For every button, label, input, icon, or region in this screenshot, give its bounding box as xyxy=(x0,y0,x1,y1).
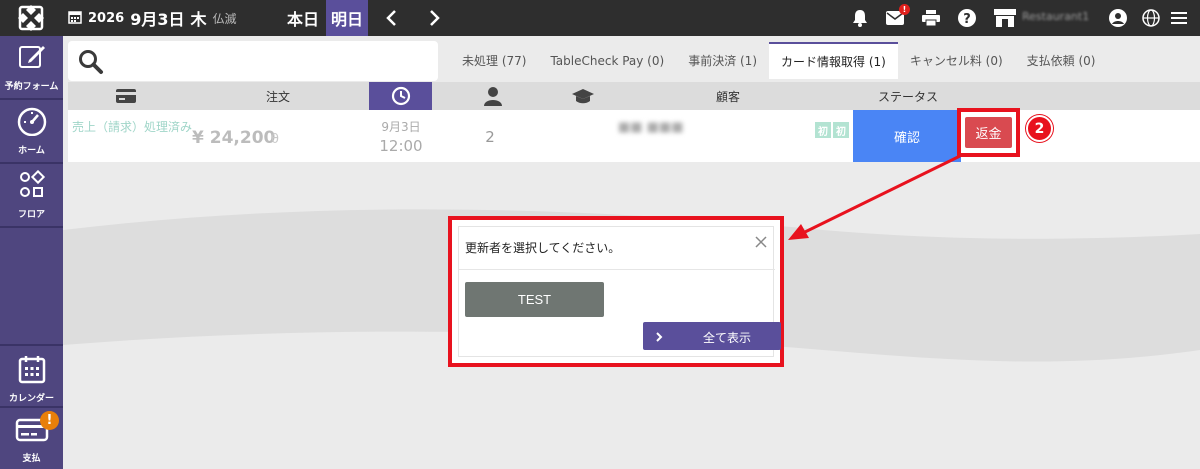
payment-tabs: 未処理 (77) TableCheck Pay (0) 事前決済 (1) カード… xyxy=(450,42,1108,82)
sidebar-divider xyxy=(0,344,63,346)
store-icon[interactable] xyxy=(994,7,1016,29)
table-header: 注文 顧客 ステータス xyxy=(68,82,1200,110)
shapes-icon xyxy=(17,169,47,204)
sidebar-item-calendar[interactable]: カレンダー xyxy=(0,348,63,410)
search-box xyxy=(68,41,438,81)
tomorrow-button[interactable]: 明日 xyxy=(326,0,368,36)
chevron-right-icon xyxy=(655,331,663,345)
tab-payment-request[interactable]: 支払依頼 (0) xyxy=(1015,42,1108,79)
graduation-cap-icon[interactable] xyxy=(568,82,598,110)
first-visit-badge: 初 xyxy=(815,122,831,138)
reservation-time: 12:00 xyxy=(379,137,423,155)
tab-prepayment[interactable]: 事前決済 (1) xyxy=(676,42,769,79)
globe-icon[interactable] xyxy=(1140,7,1162,29)
sidebar-item-label: フロア xyxy=(17,210,45,220)
close-icon[interactable] xyxy=(755,233,767,248)
first-visit-badge: 初 xyxy=(833,122,849,138)
dialog-highlight: 更新者を選択してください。 TEST 全て表示 xyxy=(448,216,784,367)
sidebar-item-label: 支払 xyxy=(22,454,41,464)
user-icon[interactable] xyxy=(1107,7,1129,29)
confirm-button[interactable]: 確認 xyxy=(853,110,961,162)
menu-icon[interactable] xyxy=(1168,7,1190,29)
tab-card-info[interactable]: カード情報取得 (1) xyxy=(769,42,898,79)
guests-header-icon[interactable] xyxy=(478,82,508,110)
sidebar-item-reservation-form[interactable]: 予約フォーム xyxy=(0,36,63,98)
calendar-icon xyxy=(18,354,46,388)
svg-text:?: ? xyxy=(963,12,971,27)
refund-highlight: 返金 xyxy=(957,108,1020,157)
sidebar-divider xyxy=(0,226,63,228)
order-amount: ¥ 24,200 xyxy=(192,128,276,148)
edit-icon xyxy=(17,42,47,76)
tab-tablecheck-pay[interactable]: TableCheck Pay (0) xyxy=(538,42,676,79)
calendar-small-icon xyxy=(68,9,82,28)
payment-alert-badge: ! xyxy=(40,411,59,430)
date-rokuyo: 仏滅 xyxy=(212,11,237,26)
bell-icon[interactable] xyxy=(849,7,871,29)
sidebar: 予約フォーム ホーム フロア カレンダー 支払 ! xyxy=(0,36,63,469)
gauge-icon xyxy=(16,106,48,140)
printer-icon[interactable] xyxy=(920,7,942,29)
show-all-button[interactable]: 全て表示 xyxy=(643,322,781,350)
help-icon[interactable]: ? xyxy=(956,7,978,29)
customer-name[interactable]: ■■ ■■■ xyxy=(618,120,684,135)
reservation-date: 9月3日 xyxy=(381,120,421,134)
sidebar-item-floor[interactable]: フロア xyxy=(0,164,63,226)
amount-suffix: θ xyxy=(271,132,279,147)
mail-badge: ! xyxy=(899,4,910,15)
tab-cancellation-fee[interactable]: キャンセル料 (0) xyxy=(898,42,1015,79)
dialog-divider xyxy=(459,269,775,270)
chevron-right-icon[interactable] xyxy=(422,6,446,30)
column-header-customer[interactable]: 顧客 xyxy=(698,82,758,110)
search-icon xyxy=(78,49,104,79)
sidebar-item-label: ホーム xyxy=(18,146,45,156)
staff-test-button[interactable]: TEST xyxy=(465,282,604,317)
refund-button[interactable]: 返金 xyxy=(965,117,1012,148)
column-header-order[interactable]: 注文 xyxy=(248,82,308,110)
date-weekday: 木 xyxy=(190,10,207,29)
tablecheck-logo-icon[interactable] xyxy=(0,0,62,36)
tab-unprocessed[interactable]: 未処理 (77) xyxy=(450,42,538,79)
card-header-icon xyxy=(113,82,139,110)
dialog-title: 更新者を選択してください。 xyxy=(465,241,621,255)
sidebar-item-label: 予約フォーム xyxy=(4,82,59,92)
date-month-day: 9月3日 xyxy=(130,10,185,29)
date-year: 2026 xyxy=(88,10,125,26)
search-input[interactable] xyxy=(112,47,428,75)
chevron-left-icon[interactable] xyxy=(380,6,404,30)
step-number-badge: 2 xyxy=(1026,115,1053,142)
today-button[interactable]: 本日 xyxy=(280,0,326,36)
column-header-status[interactable]: ステータス xyxy=(858,82,958,110)
sales-status-text: 売上（請求）処理済み xyxy=(72,120,193,134)
mail-icon[interactable]: ! xyxy=(884,4,910,29)
sidebar-item-payment[interactable]: 支払 ! xyxy=(0,408,63,469)
select-updater-dialog: 更新者を選択してください。 TEST 全て表示 xyxy=(458,226,781,357)
restaurant-name[interactable]: Restaurant1 xyxy=(1022,10,1089,23)
sidebar-item-label: カレンダー xyxy=(8,394,54,404)
top-bar: 2026 9月3日 木 仏滅 本日 明日 ! ? Restaurant1 xyxy=(0,0,1200,36)
clock-icon[interactable] xyxy=(369,82,432,110)
sidebar-item-home[interactable]: ホーム xyxy=(0,100,63,162)
guest-count: 2 xyxy=(485,128,495,146)
table-row[interactable]: 売上（請求）処理済み ¥ 24,200 θ 9月3日 12:00 2 ■■ ■■… xyxy=(68,108,1200,162)
show-all-label: 全て表示 xyxy=(702,331,751,345)
date-display[interactable]: 2026 9月3日 木 仏滅 xyxy=(68,0,237,36)
